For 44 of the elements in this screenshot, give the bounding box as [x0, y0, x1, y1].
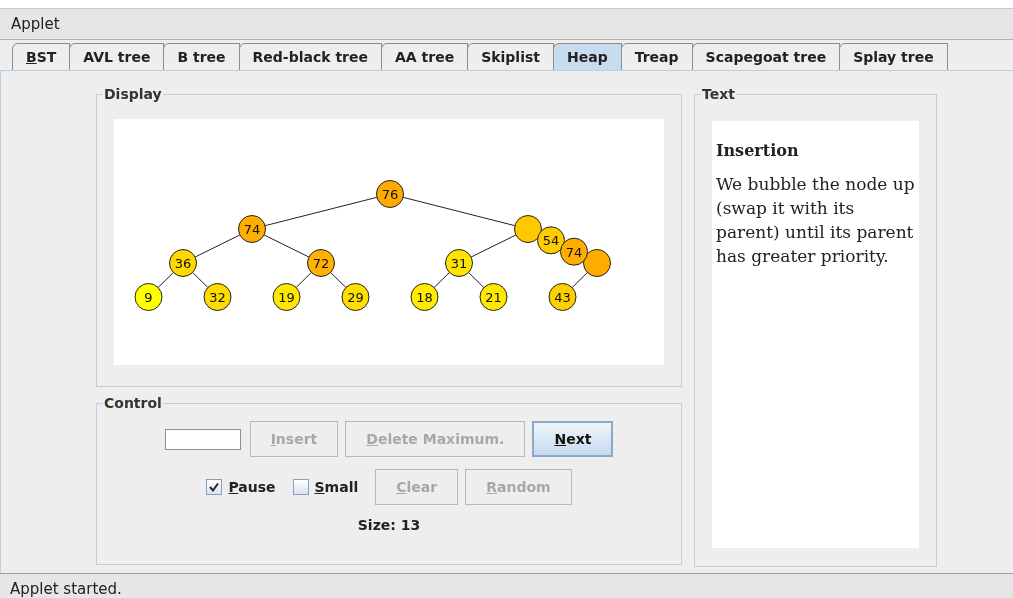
check-icon [208, 481, 221, 493]
checkbox[interactable]: Pause [206, 479, 276, 495]
tree-node: 76 [376, 180, 404, 208]
size-label: Size: 13 [357, 517, 421, 533]
tab[interactable]: Heap [553, 43, 622, 70]
action-button[interactable]: Next [532, 421, 614, 457]
tree-edge [295, 272, 312, 288]
value-input-field[interactable] [164, 428, 241, 450]
tree-node: 21 [479, 283, 508, 311]
tree-edge [263, 234, 310, 258]
tree-node [583, 249, 611, 277]
tree-node: 74 [238, 215, 266, 243]
tree-edge [194, 234, 241, 258]
tree-edge [468, 272, 485, 288]
checkbox[interactable]: Small [292, 479, 359, 495]
panel-title: Control [103, 395, 163, 411]
window-title: Applet [11, 15, 60, 33]
panel-title: Text [701, 86, 736, 102]
text-paragraph: We bubble the node up (swap it with its parent) until its parent has greater priority. [716, 173, 915, 268]
text-heading: Insertion [716, 141, 800, 160]
tree-edge [571, 272, 588, 288]
checkbox-box[interactable] [292, 479, 309, 495]
tree-node: 74 [560, 237, 588, 266]
tab[interactable]: Splay tree [839, 43, 948, 70]
tree-node: 9 [134, 283, 163, 311]
checkbox-box[interactable] [206, 479, 223, 495]
tree-node: 72 [307, 249, 335, 277]
tree-edge [192, 272, 209, 288]
tree-edge [157, 272, 174, 288]
tree-edge [433, 272, 450, 288]
tree-node: 29 [341, 283, 370, 311]
tree-node: 19 [272, 283, 301, 311]
tree-node: 18 [410, 283, 439, 311]
tree-node [514, 215, 542, 243]
tree-edge [330, 272, 347, 288]
tree-node: 32 [203, 283, 232, 311]
tab[interactable]: BST [12, 43, 71, 70]
tree-edge [470, 234, 517, 258]
status-text: Applet started. [10, 580, 122, 598]
tree-node: 31 [445, 249, 473, 277]
tree-node: 36 [169, 249, 197, 277]
panel-title: Display [103, 86, 163, 102]
tree-node: 43 [548, 283, 577, 311]
tree-node: 54 [537, 226, 565, 255]
